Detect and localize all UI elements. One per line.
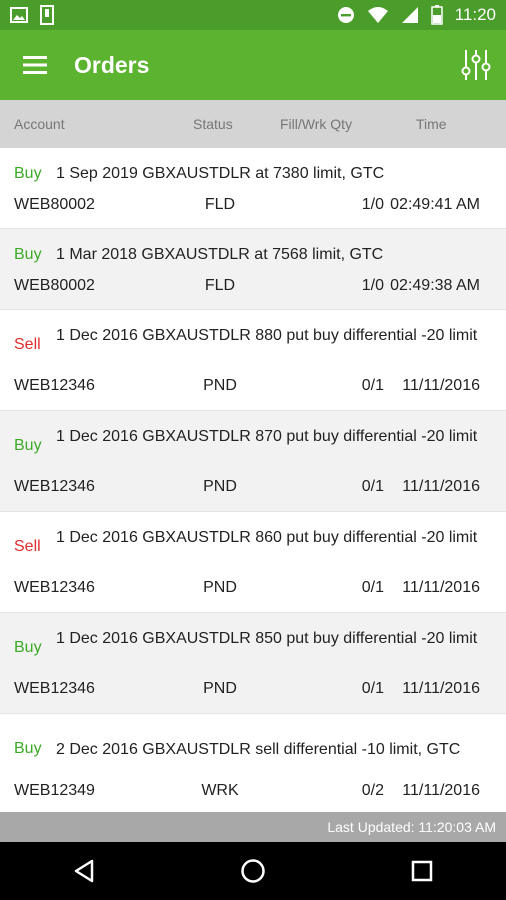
back-triangle-icon: [75, 859, 94, 883]
order-qty: 1/0: [361, 277, 384, 294]
order-account: WEB12346: [14, 377, 95, 394]
order-qty: 0/1: [361, 478, 384, 495]
order-side: Buy: [14, 740, 42, 757]
order-description: 1 Sep 2019 GBXAUSTDLR at 7380 limit, GTC: [56, 165, 385, 182]
column-status[interactable]: Status: [193, 116, 233, 132]
filter-button[interactable]: [446, 30, 506, 100]
order-time: 11/11/2016: [402, 377, 480, 394]
column-account[interactable]: Account: [14, 116, 65, 132]
order-description: 2 Dec 2016 GBXAUSTDLR sell differential …: [56, 741, 461, 758]
order-time: 11/11/2016: [402, 478, 480, 495]
order-time: 02:49:41 AM: [390, 196, 480, 213]
order-qty: 0/1: [361, 680, 384, 697]
order-row[interactable]: Sell 1 Dec 2016 GBXAUSTDLR 860 put buy d…: [0, 512, 506, 613]
hamburger-menu-icon: [23, 56, 47, 74]
order-row[interactable]: Buy 1 Mar 2018 GBXAUSTDLR at 7568 limit,…: [0, 229, 506, 310]
order-description: 1 Dec 2016 GBXAUSTDLR 870 put buy differ…: [56, 428, 478, 445]
order-status: WRK: [201, 782, 239, 799]
order-side: Buy: [14, 165, 42, 182]
app-bar: Orders: [0, 30, 506, 100]
order-status: FLD: [204, 196, 236, 213]
last-updated-bar: Last Updated: 11:20:03 AM: [0, 812, 506, 842]
order-side: Sell: [14, 336, 41, 353]
recents-button[interactable]: [392, 842, 452, 900]
order-account: WEB12346: [14, 579, 95, 596]
recents-square-icon: [411, 860, 432, 882]
page-title: Orders: [74, 51, 150, 78]
status-time: 11:20: [454, 5, 496, 24]
signal-icon: [401, 7, 418, 23]
last-updated-text: Last Updated: 11:20:03 AM: [327, 819, 496, 835]
home-button[interactable]: [223, 842, 283, 900]
order-account: WEB12349: [14, 782, 95, 799]
order-row[interactable]: Buy 1 Dec 2016 GBXAUSTDLR 850 put buy di…: [0, 613, 506, 714]
menu-button[interactable]: [0, 30, 70, 100]
order-time: 11/11/2016: [402, 782, 480, 799]
order-status: PND: [203, 478, 237, 495]
column-header: Account Status Fill/Wrk Qty Time: [0, 100, 506, 148]
order-time: 11/11/2016: [402, 680, 480, 697]
order-description: 1 Mar 2018 GBXAUSTDLR at 7568 limit, GTC: [56, 246, 384, 263]
orders-list: Buy 1 Sep 2019 GBXAUSTDLR at 7380 limit,…: [0, 148, 506, 812]
do-not-disturb-icon: [337, 7, 354, 23]
column-time[interactable]: Time: [416, 116, 447, 132]
order-qty: 1/0: [361, 196, 384, 213]
order-time: 02:49:38 AM: [390, 277, 480, 294]
order-side: Buy: [14, 639, 42, 656]
order-side: Buy: [14, 246, 42, 263]
order-row[interactable]: Sell 1 Dec 2016 GBXAUSTDLR 880 put buy d…: [0, 310, 506, 411]
battery-icon: [430, 5, 443, 25]
wifi-icon: [367, 7, 388, 23]
back-button[interactable]: [54, 842, 114, 900]
order-status: PND: [203, 680, 237, 697]
status-bar: 11:20: [0, 0, 506, 30]
order-description: 1 Dec 2016 GBXAUSTDLR 850 put buy differ…: [56, 630, 478, 647]
order-side: Sell: [14, 538, 41, 555]
order-account: WEB12346: [14, 680, 95, 697]
order-qty: 0/1: [361, 579, 384, 596]
order-account: WEB80002: [14, 277, 95, 294]
order-row[interactable]: Buy 1 Sep 2019 GBXAUSTDLR at 7380 limit,…: [0, 148, 506, 229]
order-account: WEB80002: [14, 196, 95, 213]
gallery-icon: [10, 7, 28, 23]
column-fill-qty[interactable]: Fill/Wrk Qty: [280, 116, 352, 132]
order-qty: 0/2: [361, 782, 384, 799]
sliders-icon: [461, 50, 491, 80]
order-status: FLD: [204, 277, 236, 294]
order-description: 1 Dec 2016 GBXAUSTDLR 880 put buy differ…: [56, 327, 478, 344]
home-circle-icon: [241, 859, 265, 883]
order-description: 1 Dec 2016 GBXAUSTDLR 860 put buy differ…: [56, 529, 478, 546]
order-qty: 0/1: [361, 377, 384, 394]
order-account: WEB12346: [14, 478, 95, 495]
order-row[interactable]: Buy 2 Dec 2016 GBXAUSTDLR sell different…: [0, 714, 506, 812]
order-row[interactable]: Buy 1 Dec 2016 GBXAUSTDLR 870 put buy di…: [0, 411, 506, 512]
order-status: PND: [203, 377, 237, 394]
order-side: Buy: [14, 437, 42, 454]
order-status: PND: [203, 579, 237, 596]
order-time: 11/11/2016: [402, 579, 480, 596]
navigation-bar: [0, 842, 506, 900]
sim-icon: [40, 5, 54, 25]
